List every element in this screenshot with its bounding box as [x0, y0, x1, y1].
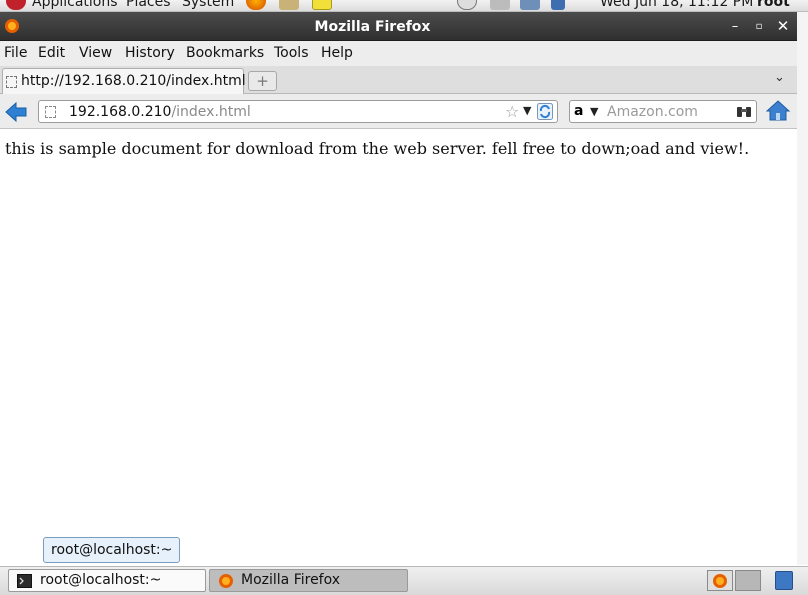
minimize-icon[interactable]: – [727, 19, 743, 34]
system-menu[interactable]: System [182, 0, 234, 10]
gauge-icon[interactable] [457, 0, 477, 10]
amazon-engine-icon[interactable]: a [574, 103, 583, 119]
applications-menu[interactable]: Applications [32, 0, 118, 10]
menu-edit[interactable]: Edit [38, 45, 65, 61]
menu-tools[interactable]: Tools [274, 45, 309, 61]
taskbar-firefox-label: Mozilla Firefox [241, 572, 341, 588]
binoculars-search-icon[interactable] [736, 104, 752, 119]
home-icon[interactable] [766, 100, 790, 121]
window-title: Mozilla Firefox [314, 19, 431, 35]
document-text: this is sample document for download fro… [5, 139, 750, 158]
tab-label: http://192.168.0.210/index.html [21, 73, 246, 89]
search-placeholder: Amazon.com [607, 104, 698, 120]
chevron-down-icon[interactable]: ⌄ [774, 70, 785, 85]
mail-launcher-icon[interactable] [279, 0, 299, 10]
menu-file[interactable]: File [4, 45, 27, 61]
user-name[interactable]: root [757, 0, 790, 10]
new-tab-button[interactable]: + [248, 71, 277, 91]
reload-icon[interactable] [537, 103, 553, 120]
places-menu[interactable]: Places [126, 0, 171, 10]
firefox-icon [219, 574, 233, 588]
workspace-1[interactable] [707, 570, 733, 591]
taskbar-terminal-button[interactable]: root@localhost:~ [8, 569, 206, 592]
taskbar-firefox-button[interactable]: Mozilla Firefox [209, 569, 408, 592]
trash-icon[interactable] [775, 571, 793, 590]
menu-help[interactable]: Help [321, 45, 353, 61]
engine-dropdown-icon[interactable]: ▼ [590, 105, 598, 118]
terminal-icon [17, 574, 32, 588]
menubar: File Edit View History Bookmarks Tools H… [0, 41, 797, 66]
window-right-edge [797, 12, 808, 565]
navigation-toolbar: 192.168.0.210/index.html ☆ ▼ a ▼ Amazon.… [0, 94, 797, 129]
taskbar-tooltip: root@localhost:~ [43, 537, 181, 563]
url-path: /index.html [171, 104, 251, 120]
window-titlebar[interactable]: Mozilla Firefox – ▫ ✕ [0, 12, 797, 41]
tab-bar: http://192.168.0.210/index.html + ⌄ [0, 66, 797, 94]
search-input[interactable]: a ▼ Amazon.com [569, 100, 757, 123]
tab-index[interactable]: http://192.168.0.210/index.html [2, 68, 246, 94]
page-content[interactable]: this is sample document for download fro… [0, 130, 797, 565]
firefox-launcher-icon[interactable] [246, 0, 266, 10]
close-icon[interactable]: ✕ [775, 17, 791, 35]
volume-muted-icon[interactable] [490, 0, 510, 10]
redhat-logo-icon[interactable] [6, 0, 26, 10]
bookmark-star-icon[interactable]: ☆ [505, 102, 519, 121]
menu-view[interactable]: View [79, 45, 112, 61]
firefox-mini-icon [713, 574, 727, 588]
maximize-icon[interactable]: ▫ [751, 21, 767, 32]
network-icon[interactable] [520, 0, 540, 10]
url-dropdown-icon[interactable]: ▼ [523, 104, 531, 117]
update-icon[interactable] [551, 0, 565, 10]
workspace-2[interactable] [735, 570, 761, 591]
url-bar[interactable]: 192.168.0.210/index.html ☆ ▼ [38, 100, 558, 123]
page-icon [6, 76, 17, 88]
back-arrow-icon[interactable] [5, 102, 27, 122]
url-host: 192.168.0.210 [69, 104, 172, 120]
top-panel: Applications Places System Wed Jun 18, 1… [0, 0, 808, 12]
taskbar-terminal-label: root@localhost:~ [40, 572, 162, 588]
menu-history[interactable]: History [125, 45, 175, 61]
clock[interactable]: Wed Jun 18, 11:12 PM [600, 0, 753, 10]
bottom-panel: root@localhost:~ Mozilla Firefox [0, 566, 808, 595]
site-identity-icon[interactable] [45, 106, 56, 118]
url-text[interactable]: 192.168.0.210/index.html [69, 104, 251, 120]
menu-bookmarks[interactable]: Bookmarks [186, 45, 264, 61]
notes-launcher-icon[interactable] [312, 0, 332, 10]
